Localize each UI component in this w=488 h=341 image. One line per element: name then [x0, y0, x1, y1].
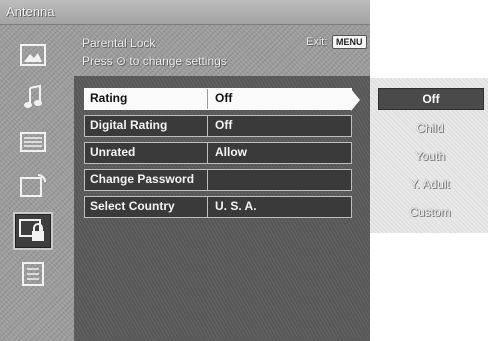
- menu-row-digital-rating[interactable]: Digital Rating Off: [84, 115, 352, 137]
- page-title: Parental Lock: [82, 36, 156, 50]
- row-value: U. S. A.: [215, 199, 257, 213]
- picture-icon[interactable]: [18, 42, 48, 70]
- row-divider: [207, 197, 208, 217]
- option-child[interactable]: Child: [378, 118, 482, 138]
- input-source-title: Antenna: [6, 4, 55, 19]
- option-custom[interactable]: Custom: [378, 202, 482, 222]
- row-value: Off: [215, 118, 233, 132]
- top-bar: Antenna: [0, 0, 370, 25]
- row-label: Unrated: [90, 145, 136, 159]
- row-divider: [207, 89, 208, 109]
- setup-icon[interactable]: [18, 260, 48, 288]
- menu-row-select-country[interactable]: Select Country U. S. A.: [84, 196, 352, 218]
- row-value: Off: [215, 91, 233, 105]
- row-value: Allow: [215, 145, 247, 159]
- instruction-text: Press ⊙ to change settings: [82, 54, 227, 68]
- menu-row-change-password[interactable]: Change Password: [84, 169, 352, 191]
- row-divider: [207, 116, 208, 136]
- selection-arrow-icon: [351, 89, 360, 111]
- option-youth[interactable]: Youth: [378, 146, 482, 166]
- channel-icon[interactable]: [18, 128, 48, 156]
- option-young-adult[interactable]: Y. Adult: [378, 174, 482, 194]
- parental-lock-icon[interactable]: [15, 214, 51, 248]
- row-label: Select Country: [90, 199, 175, 213]
- sound-icon[interactable]: [18, 84, 48, 112]
- option-off[interactable]: Off: [378, 88, 484, 110]
- exit-label: Exit:: [306, 36, 328, 48]
- row-divider: [207, 143, 208, 163]
- menu-row-unrated[interactable]: Unrated Allow: [84, 142, 352, 164]
- row-divider: [207, 170, 208, 190]
- sidebar: [0, 24, 66, 341]
- row-label: Rating: [90, 91, 128, 105]
- row-label: Change Password: [90, 172, 195, 186]
- row-label: Digital Rating: [90, 118, 168, 132]
- rating-options-panel: Off Child Youth Y. Adult Custom: [370, 78, 488, 233]
- menu-button[interactable]: MENU: [332, 35, 367, 49]
- timer-icon[interactable]: [18, 172, 48, 200]
- menu-row-rating[interactable]: Rating Off: [84, 88, 360, 111]
- tv-screen: Antenna Parental Lock Press ⊙ to change …: [0, 0, 370, 341]
